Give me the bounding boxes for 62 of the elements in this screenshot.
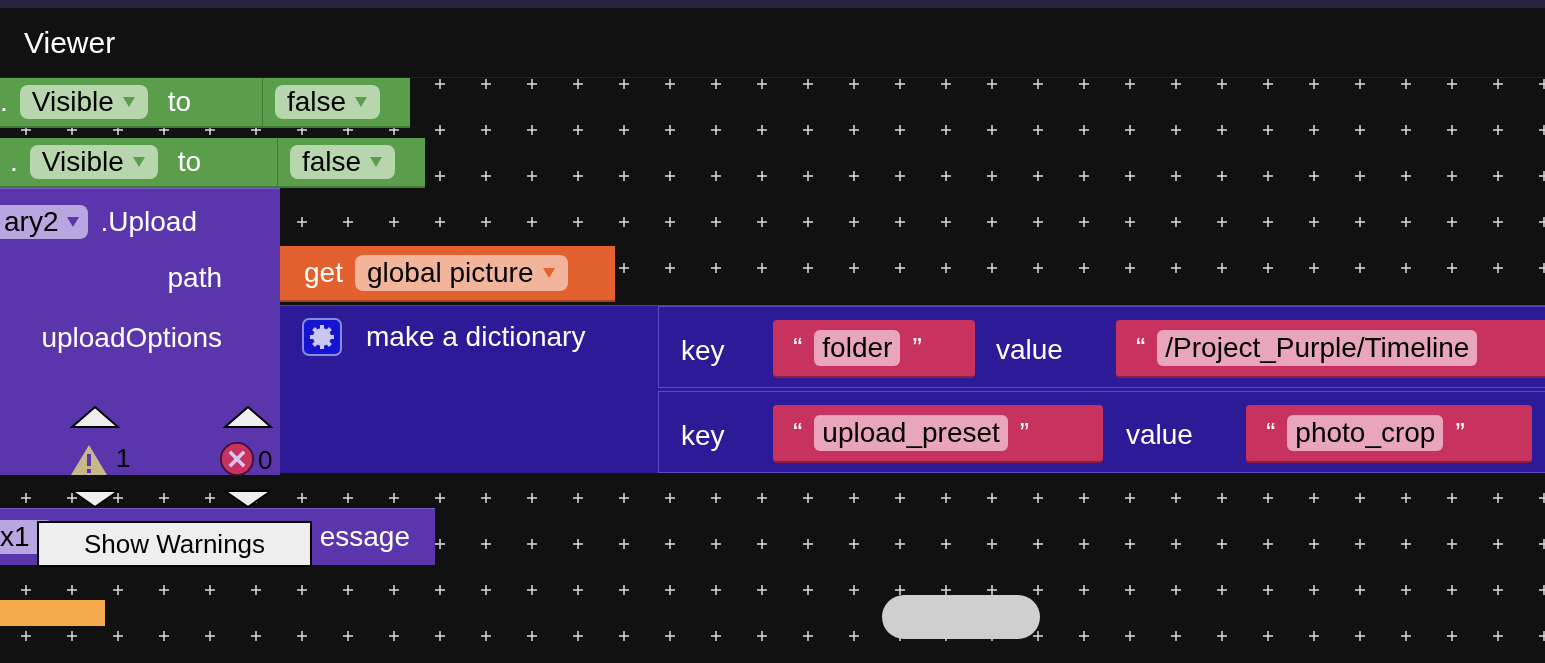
scroll-up-arrow-icon[interactable] (223, 405, 273, 429)
boolean-dropdown[interactable]: false (275, 85, 381, 119)
boolean-dropdown[interactable]: false (290, 145, 396, 179)
close-quote: ” (912, 331, 922, 365)
warning-count: 1 (116, 443, 131, 473)
dropdown-caret-icon (66, 216, 81, 228)
close-quote: ” (1019, 416, 1030, 450)
text-string-block[interactable]: “ /Project_Purple/Timeline (1116, 320, 1545, 378)
to-label: to (167, 85, 192, 119)
to-label: to (177, 145, 202, 179)
text-string-block[interactable]: “ upload_preset ” (773, 405, 1103, 463)
close-quote: ” (1455, 416, 1465, 450)
component-dropdown[interactable]: ary2 (0, 205, 89, 239)
scrollbar-thumb[interactable] (882, 595, 1040, 639)
scroll-down-arrow-icon[interactable] (70, 490, 120, 508)
text-string-block[interactable]: “ folder ” (773, 320, 975, 378)
dropdown-caret-icon (131, 156, 146, 168)
string-value-field[interactable]: photo_crop (1287, 415, 1444, 451)
dropdown-caret-icon (354, 96, 369, 108)
value-label: value (996, 333, 1063, 367)
get-variable-block[interactable]: get global picture (280, 246, 615, 302)
dropdown-caret-icon (121, 96, 136, 108)
value-label: value (1126, 418, 1193, 452)
argument-label: path (167, 261, 222, 295)
argument-label: uploadOptions (41, 321, 222, 355)
property-dropdown[interactable]: Visible (29, 145, 158, 179)
get-label: get (304, 256, 343, 290)
method-label: .Upload (100, 205, 197, 239)
text-string-block[interactable]: “ photo_crop ” (1246, 405, 1532, 463)
string-value-field[interactable]: /Project_Purple/Timeline (1157, 330, 1478, 366)
dropdown-caret-icon (369, 156, 384, 168)
dictionary-label: make a dictionary (366, 320, 586, 354)
string-value-field[interactable]: folder (814, 330, 901, 366)
tooltip: Show Warnings (37, 521, 312, 567)
key-label: key (681, 419, 725, 453)
set-property-block[interactable]: . Visible to (0, 138, 277, 188)
open-quote: “ (793, 416, 803, 450)
boolean-block[interactable]: false (277, 138, 425, 188)
variable-dropdown[interactable]: global picture (354, 255, 568, 291)
dot-separator: . (10, 145, 18, 179)
string-value-field[interactable]: upload_preset (814, 415, 1008, 451)
dot-separator: . (0, 85, 8, 119)
method-label: essage (319, 520, 410, 554)
dropdown-caret-icon (541, 267, 556, 279)
open-quote: “ (793, 331, 803, 365)
open-quote: “ (1266, 416, 1276, 450)
pair-block[interactable]: key “ folder ” value “ /Project_Purple/Timeline (658, 306, 1545, 388)
gear-icon[interactable] (302, 318, 342, 356)
upload-call-block[interactable]: 1 0 ary2 .Upload path uploadOptions (0, 188, 280, 475)
scroll-up-arrow-icon[interactable] (70, 405, 120, 429)
scroll-down-arrow-icon[interactable] (223, 490, 273, 508)
error-icon[interactable] (220, 442, 254, 476)
key-label: key (681, 334, 725, 368)
pair-block[interactable]: key “ upload_preset ” value “ photo_crop ” (658, 391, 1545, 473)
viewer-title: Viewer (24, 25, 116, 61)
open-quote: “ (1136, 331, 1146, 365)
property-dropdown[interactable]: Visible (19, 85, 148, 119)
dictionary-block[interactable]: make a dictionary key “ folder ” value “ /Project_Purple/Timeline key “ upload_preset ” value “ photo_crop ” (280, 305, 1545, 473)
error-count: 0 (258, 445, 273, 475)
boolean-block[interactable]: false (262, 78, 410, 128)
set-property-block[interactable]: . Visible to (0, 78, 262, 128)
warning-icon[interactable] (70, 444, 108, 476)
